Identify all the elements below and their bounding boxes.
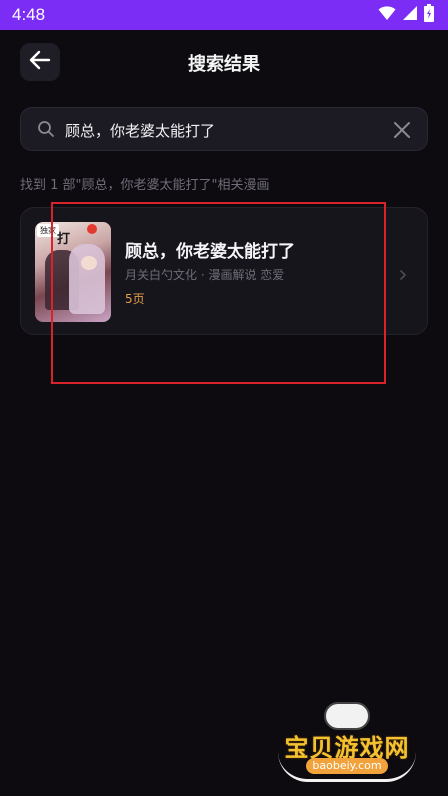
status-bar: 4:48	[0, 0, 448, 30]
result-count: 找到 1 部"顾总，你老婆太能打了"相关漫画	[20, 178, 270, 193]
highlight-box	[51, 202, 386, 384]
search-query[interactable]: 顾总，你老婆太能打了	[65, 120, 215, 141]
watermark-logo: 宝贝游戏网 baobeiy.com	[272, 698, 422, 788]
status-icons	[378, 4, 434, 26]
watermark-url: baobeiy.com	[306, 758, 388, 774]
page-title: 搜索结果	[188, 54, 260, 75]
gamepad-icon	[324, 702, 370, 730]
search-input[interactable]: 顾总，你老婆太能打了	[20, 107, 428, 151]
search-icon	[37, 120, 55, 142]
battery-icon	[424, 4, 434, 26]
status-time: 4:48	[12, 5, 46, 24]
app-bar: 搜索结果	[0, 30, 448, 94]
signal-icon	[402, 5, 418, 25]
close-icon[interactable]	[393, 121, 411, 143]
chevron-right-icon	[399, 266, 407, 285]
wifi-icon	[378, 5, 396, 25]
